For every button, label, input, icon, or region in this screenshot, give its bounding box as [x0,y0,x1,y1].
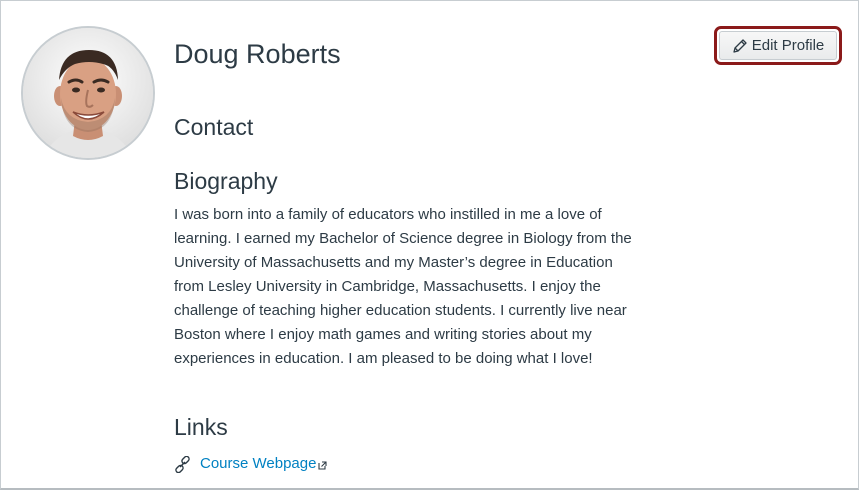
avatar [21,26,155,160]
avatar-image [23,28,153,158]
edit-profile-label: Edit Profile [751,37,825,54]
links-heading: Links [174,414,228,440]
link-item: Course Webpage [174,453,328,475]
biography-text: I was born into a family of educators wh… [174,206,632,367]
course-webpage-link[interactable]: Course Webpage [200,453,316,475]
biography-heading: Biography [174,168,278,194]
chain-link-icon [174,455,191,473]
pencil-icon [732,38,748,54]
contact-heading: Contact [174,114,254,140]
profile-panel: Doug Roberts Edit Profile Contact Biogra… [0,0,859,490]
edit-profile-button[interactable]: Edit Profile [719,31,837,60]
edit-profile-focus-ring: Edit Profile [714,26,842,65]
profile-name: Doug Roberts [174,39,341,69]
external-link-icon [318,461,328,470]
